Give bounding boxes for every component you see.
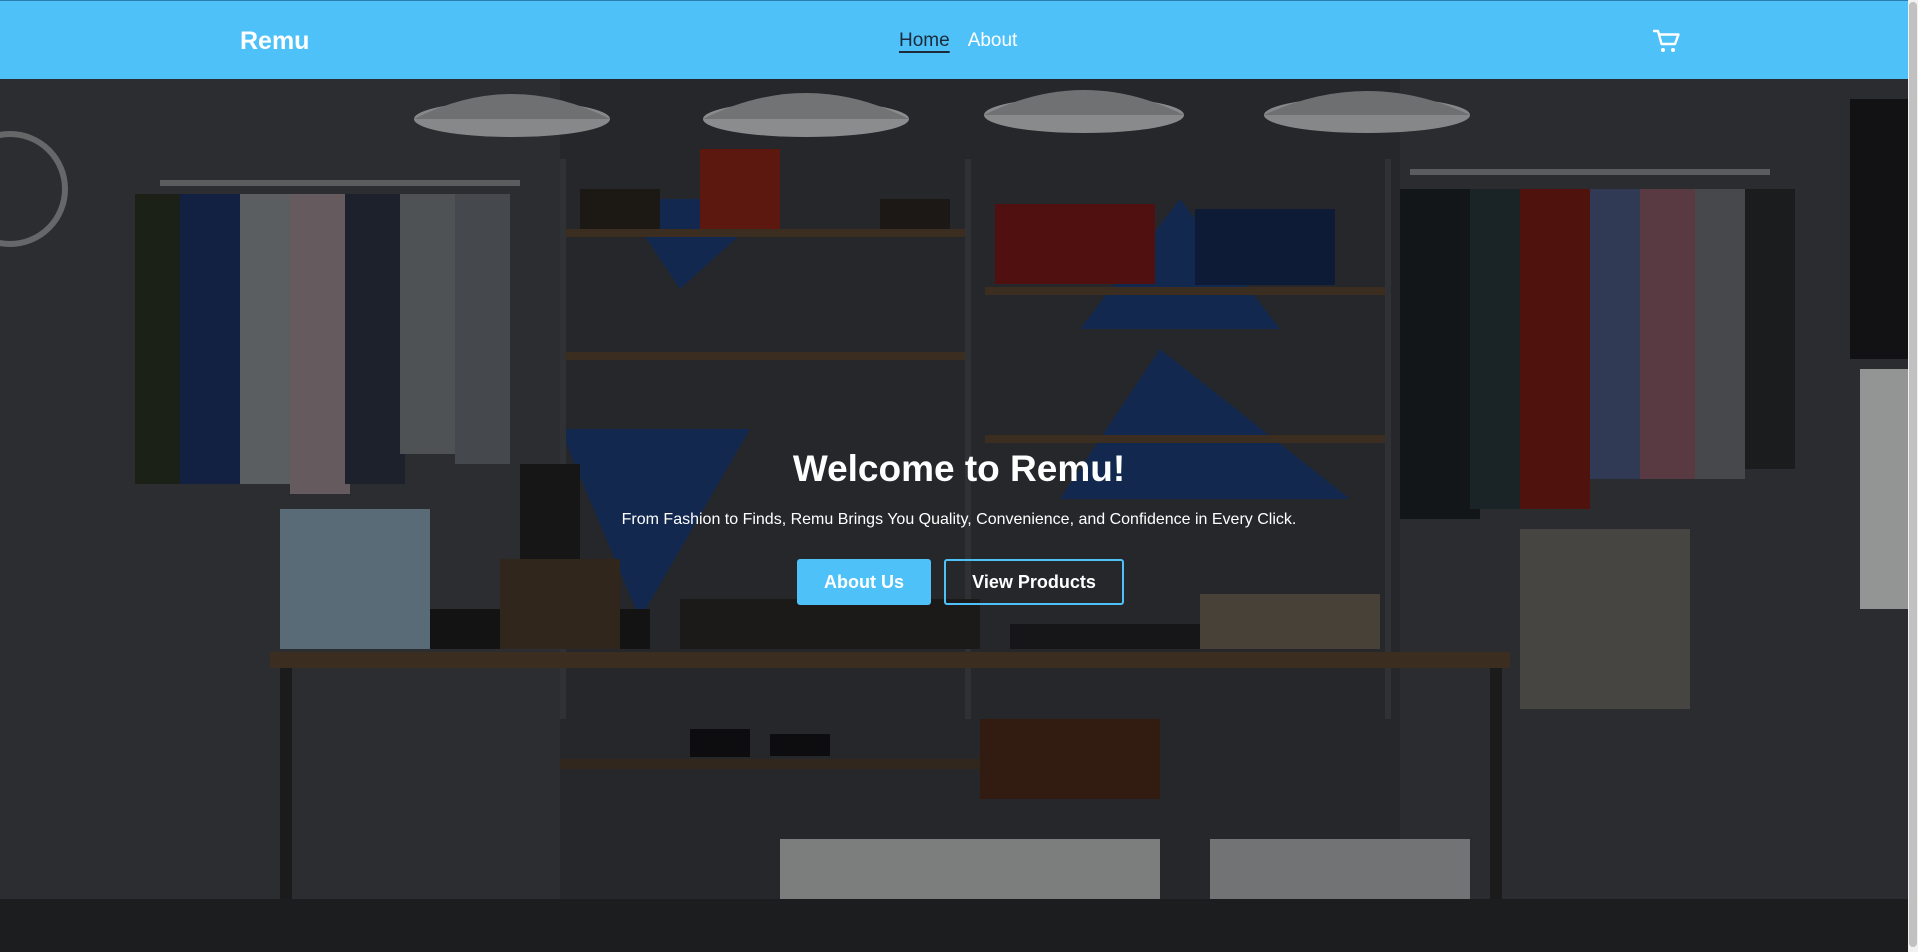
scrollbar-thumb[interactable] [1909, 2, 1917, 947]
navbar: Remu Home About [0, 0, 1918, 79]
shopping-cart-icon[interactable] [1652, 27, 1682, 55]
about-us-button[interactable]: About Us [797, 559, 931, 605]
nav-link-about[interactable]: About [968, 30, 1018, 52]
scrollbar[interactable] [1908, 0, 1918, 952]
hero-title: Welcome to Remu! [792, 448, 1126, 489]
brand-logo[interactable]: Remu [240, 27, 309, 56]
hero-subtitle: From Fashion to Finds, Remu Brings You Q… [621, 511, 1297, 528]
nav-link-home[interactable]: Home [899, 30, 950, 52]
hero-section: Welcome to Remu! From Fashion to Finds, … [0, 79, 1918, 952]
view-products-button[interactable]: View Products [944, 559, 1124, 605]
nav-links: Home About [899, 30, 1017, 52]
